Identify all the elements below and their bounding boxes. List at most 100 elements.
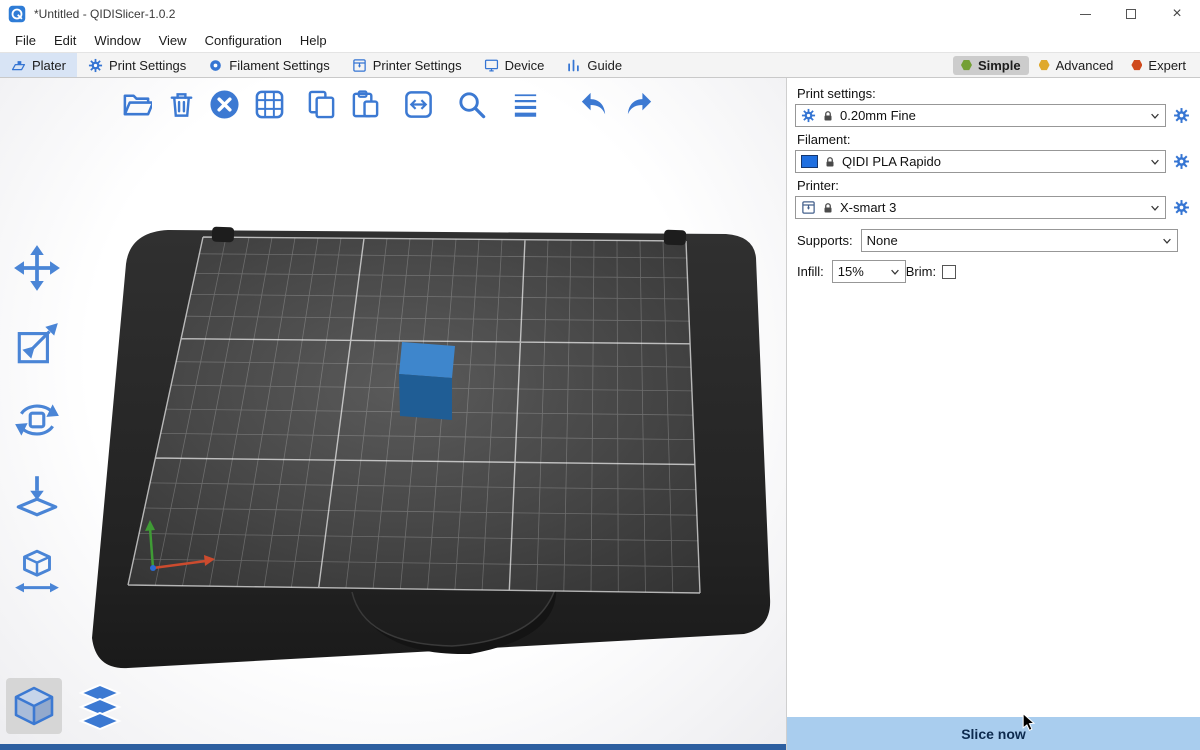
qidislicer-window: *Untitled - QIDISlicer-1.0.2 × File Edit…	[0, 0, 1200, 750]
simple-mode-icon	[961, 60, 972, 71]
chevron-down-icon	[889, 266, 901, 278]
mode-simple[interactable]: Simple	[953, 56, 1029, 75]
arrange-grid-icon	[254, 89, 285, 120]
tab-printer-settings[interactable]: Printer Settings	[341, 53, 473, 77]
plate-clip	[664, 230, 687, 246]
paste-icon	[350, 89, 381, 120]
mode-advanced[interactable]: Advanced	[1031, 56, 1122, 75]
close-button[interactable]: ×	[1154, 0, 1200, 28]
lock-icon	[822, 202, 834, 214]
x-circle-icon	[209, 89, 240, 120]
filament-label: Filament:	[797, 132, 1192, 147]
arrange-button[interactable]	[249, 84, 289, 124]
printer-combo[interactable]: X-smart 3	[795, 196, 1166, 219]
copy-icon	[306, 89, 337, 120]
tabbar: Plater Print Settings Filament Settings …	[0, 52, 1200, 78]
maximize-button[interactable]	[1108, 0, 1154, 28]
redo-button[interactable]	[619, 84, 659, 124]
menu-edit[interactable]: Edit	[45, 30, 85, 51]
trash-icon	[166, 89, 197, 120]
printer-icon	[352, 58, 367, 73]
cube-3d-icon	[10, 682, 58, 730]
mouse-cursor	[1019, 712, 1039, 732]
plater-toolbar	[116, 84, 659, 124]
undo-arrow-icon	[578, 89, 609, 120]
folder-open-icon	[121, 89, 152, 120]
menu-window[interactable]: Window	[85, 30, 149, 51]
tab-plater[interactable]: Plater	[0, 53, 77, 77]
supports-combo[interactable]: None	[861, 229, 1178, 252]
printer-edit-button[interactable]	[1170, 196, 1192, 219]
supports-value: None	[867, 233, 898, 248]
supports-label: Supports:	[797, 233, 853, 248]
place-on-face-tool-button[interactable]	[6, 466, 68, 526]
undo-button[interactable]	[573, 84, 613, 124]
sidebar: Print settings: 0.20mm Fine Filament: QI…	[786, 78, 1200, 750]
infill-combo[interactable]: 15%	[832, 260, 906, 283]
paste-button[interactable]	[345, 84, 385, 124]
3d-viewport[interactable]	[0, 78, 786, 750]
filament-value: QIDI PLA Rapido	[842, 154, 941, 169]
3d-editor-view-button[interactable]	[6, 678, 62, 734]
scale-tool-button[interactable]	[6, 314, 68, 374]
place-on-face-icon	[12, 471, 62, 521]
filament-combo[interactable]: QIDI PLA Rapido	[795, 150, 1166, 173]
filament-edit-button[interactable]	[1170, 150, 1192, 173]
chevron-down-icon	[1161, 235, 1173, 247]
lock-icon	[822, 110, 834, 122]
mode-switcher: Simple Advanced Expert	[953, 53, 1200, 77]
copy-button[interactable]	[301, 84, 341, 124]
tab-device[interactable]: Device	[473, 53, 556, 77]
menubar: File Edit Window View Configuration Help	[0, 28, 1200, 52]
move-tool-button[interactable]	[6, 238, 68, 298]
delete-button[interactable]	[161, 84, 201, 124]
menu-file[interactable]: File	[6, 30, 45, 51]
measure-icon	[12, 547, 62, 597]
layers-lines-icon	[510, 89, 541, 120]
close-icon: ×	[1172, 6, 1181, 22]
view-toolbar	[6, 678, 128, 734]
redo-arrow-icon	[624, 89, 655, 120]
delete-all-button[interactable]	[204, 84, 244, 124]
brim-label: Brim:	[906, 264, 936, 279]
chevron-down-icon	[1149, 156, 1161, 168]
3d-scene[interactable]	[0, 78, 786, 750]
plater-icon	[11, 58, 26, 73]
menu-help[interactable]: Help	[291, 30, 336, 51]
tab-filament-settings[interactable]: Filament Settings	[197, 53, 340, 77]
gear-icon	[88, 58, 103, 73]
print-settings-value: 0.20mm Fine	[840, 108, 916, 123]
slice-now-button[interactable]: Slice now	[787, 717, 1200, 750]
viewport-bottom-bar	[0, 744, 786, 750]
brim-checkbox[interactable]	[942, 265, 956, 279]
expert-mode-icon	[1131, 60, 1142, 71]
model-cube[interactable]	[399, 342, 455, 420]
tab-print-settings[interactable]: Print Settings	[77, 53, 197, 77]
infill-value: 15%	[838, 264, 864, 279]
filament-color-swatch	[801, 155, 818, 168]
printer-label: Printer:	[797, 178, 1192, 193]
variable-layer-height-button[interactable]	[505, 84, 545, 124]
rotate-tool-button[interactable]	[6, 390, 68, 450]
printer-value: X-smart 3	[840, 200, 896, 215]
titlebar: *Untitled - QIDISlicer-1.0.2 ×	[0, 0, 1200, 28]
maximize-icon	[1126, 9, 1136, 19]
split-button[interactable]	[398, 84, 438, 124]
menu-view[interactable]: View	[150, 30, 196, 51]
filament-icon	[208, 58, 223, 73]
print-settings-label: Print settings:	[797, 86, 1192, 101]
preview-button[interactable]	[72, 678, 128, 734]
rotate-icon	[12, 395, 62, 445]
mode-expert[interactable]: Expert	[1123, 56, 1194, 75]
tab-guide[interactable]: Guide	[555, 53, 633, 77]
search-button[interactable]	[451, 84, 491, 124]
print-settings-edit-button[interactable]	[1170, 104, 1192, 127]
measure-tool-button[interactable]	[6, 542, 68, 602]
gear-icon	[1173, 153, 1190, 170]
open-button[interactable]	[116, 84, 156, 124]
gear-icon	[801, 108, 816, 123]
menu-configuration[interactable]: Configuration	[196, 30, 291, 51]
layers-stack-icon	[76, 682, 124, 730]
minimize-button[interactable]	[1062, 0, 1108, 28]
print-settings-combo[interactable]: 0.20mm Fine	[795, 104, 1166, 127]
